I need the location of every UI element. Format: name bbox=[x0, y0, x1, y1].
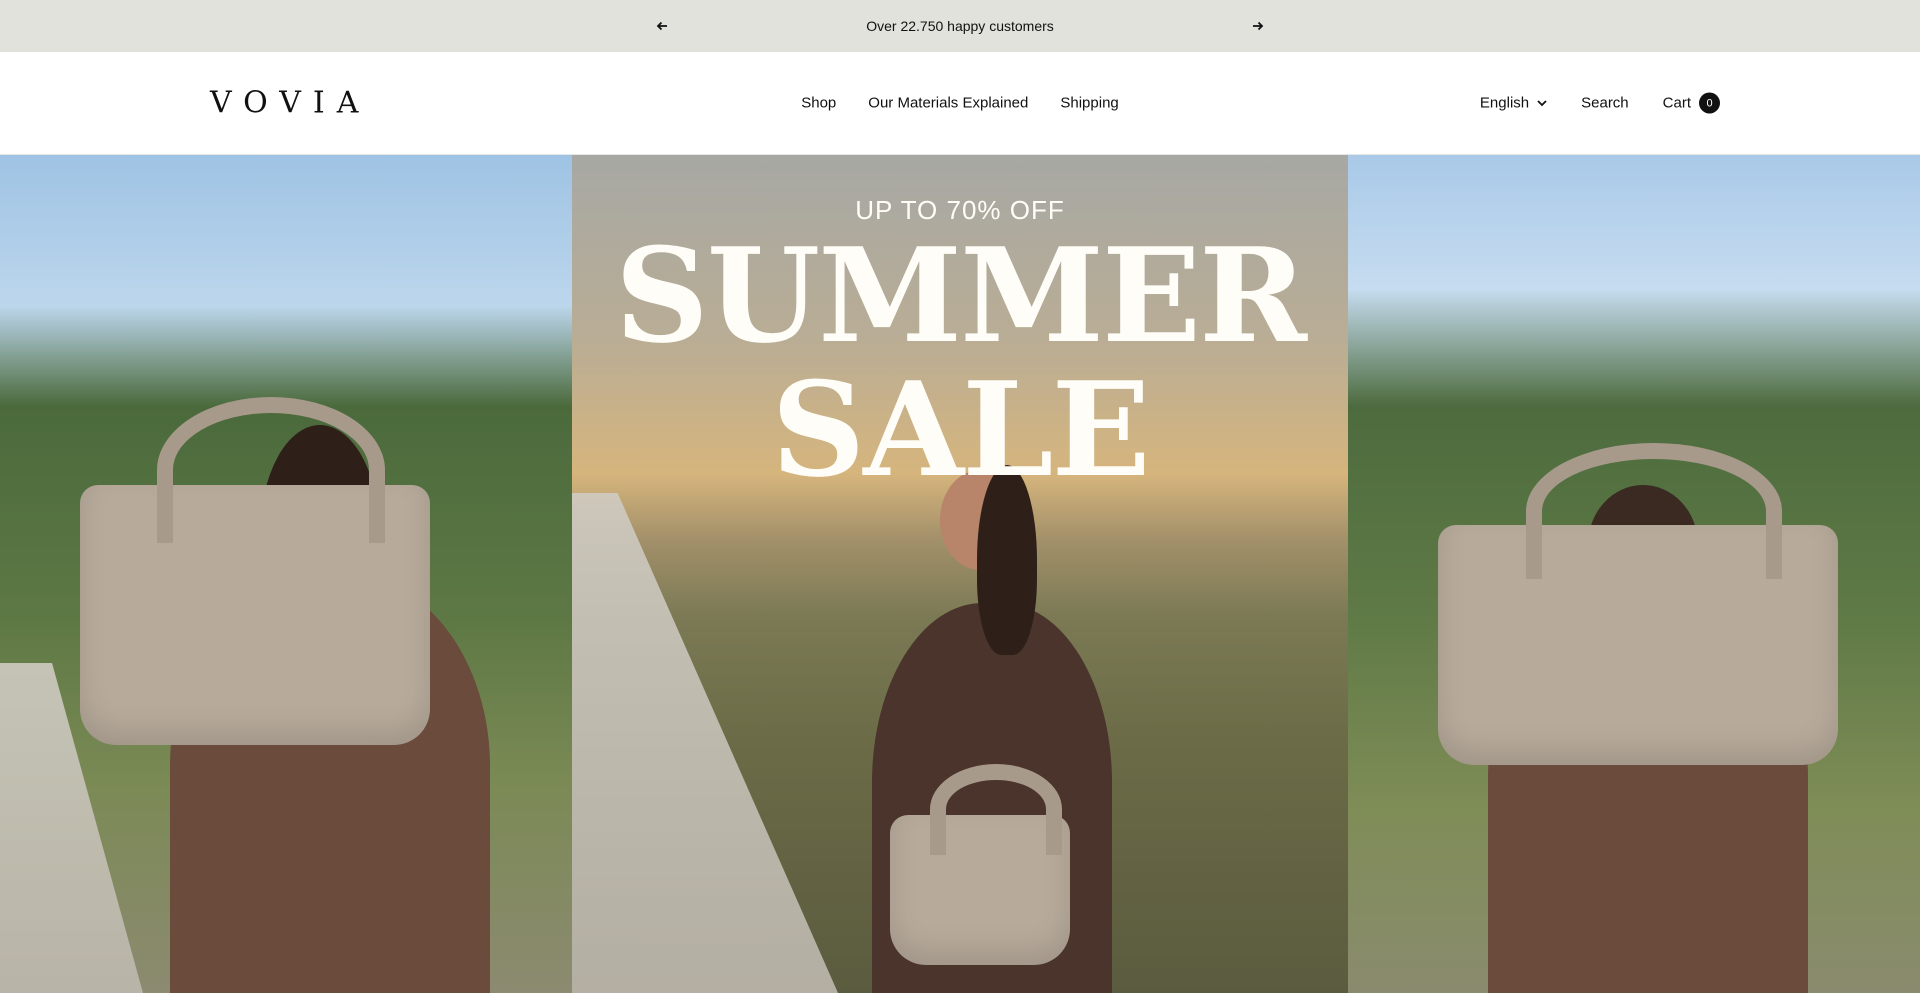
language-label: English bbox=[1479, 94, 1530, 112]
sale-overlay: UP TO 70% OFF SUMMER SALE bbox=[572, 155, 1348, 506]
site-header: VOVIA Shop Our Materials Explained Shipp… bbox=[0, 52, 1920, 155]
cart-link[interactable]: Cart 0 bbox=[1662, 92, 1720, 114]
sale-title-line1: SUMMER bbox=[614, 219, 1307, 372]
announcement-text: Over 22.750 happy customers bbox=[866, 18, 1054, 34]
language-selector[interactable]: English bbox=[1480, 95, 1547, 112]
sale-title-line2: SALE bbox=[771, 353, 1150, 506]
main-nav: Shop Our Materials Explained Shipping bbox=[801, 95, 1119, 112]
nav-shop-link[interactable]: Shop bbox=[801, 95, 836, 112]
search-link[interactable]: Search bbox=[1581, 95, 1629, 112]
nav-shipping-link[interactable]: Shipping bbox=[1060, 95, 1118, 112]
next-announcement-button[interactable] bbox=[1246, 14, 1270, 38]
logo[interactable]: VOVIA bbox=[210, 86, 370, 121]
arrow-right-icon bbox=[1252, 21, 1264, 31]
announcement-inner: Over 22.750 happy customers bbox=[650, 14, 1270, 38]
cart-count-badge: 0 bbox=[1699, 92, 1720, 114]
handbag-image bbox=[1438, 443, 1838, 765]
header-utilities: English Search Cart 0 bbox=[1480, 92, 1720, 114]
hero-photo-right bbox=[1348, 155, 1920, 993]
nav-materials-link[interactable]: Our Materials Explained bbox=[868, 95, 1028, 112]
announcement-bar: Over 22.750 happy customers bbox=[0, 0, 1920, 52]
hero-photo-center: UP TO 70% OFF SUMMER SALE bbox=[572, 155, 1348, 993]
previous-announcement-button[interactable] bbox=[650, 14, 674, 38]
handbag-image bbox=[80, 396, 430, 745]
handbag-image bbox=[890, 764, 1070, 965]
chevron-down-icon bbox=[1537, 100, 1547, 107]
hero-photo-left bbox=[0, 155, 572, 993]
cart-label: Cart bbox=[1662, 94, 1691, 112]
hero-banner[interactable]: UP TO 70% OFF SUMMER SALE bbox=[0, 155, 1920, 993]
arrow-left-icon bbox=[656, 21, 667, 31]
